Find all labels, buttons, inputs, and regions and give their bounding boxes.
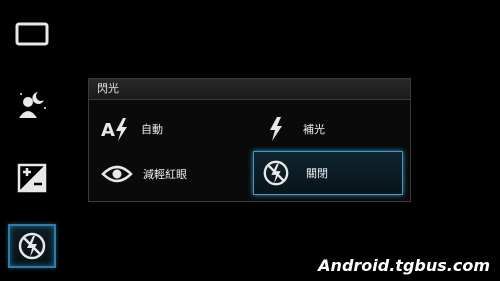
red-eye-icon bbox=[101, 165, 133, 183]
flash-options-panel: 閃光 A 自動 補光 減輕紅眼 關閉 bbox=[88, 78, 411, 202]
flash-on-option[interactable]: 補光 bbox=[267, 109, 407, 149]
scene-night-portrait-icon bbox=[19, 92, 46, 118]
exposure-button[interactable] bbox=[8, 156, 56, 200]
option-label: 減輕紅眼 bbox=[143, 168, 187, 181]
flash-auto-option[interactable]: A 自動 bbox=[101, 109, 241, 149]
picture-size-icon bbox=[15, 22, 49, 46]
red-eye-reduction-option[interactable]: 減輕紅眼 bbox=[101, 154, 251, 194]
scene-mode-button[interactable] bbox=[8, 82, 56, 126]
picture-size-button[interactable] bbox=[8, 12, 56, 56]
flash-off-icon bbox=[263, 160, 289, 186]
flash-off-option[interactable]: 關閉 bbox=[253, 151, 403, 195]
flash-on-icon bbox=[270, 117, 282, 141]
option-label: 補光 bbox=[303, 123, 325, 136]
option-label: 自動 bbox=[141, 123, 163, 136]
flash-auto-icon: A bbox=[101, 118, 127, 141]
watermark-text: Android.tgbus.com bbox=[318, 256, 490, 275]
panel-title: 閃光 bbox=[89, 79, 410, 100]
camera-settings-rail bbox=[0, 0, 64, 281]
option-label: 關閉 bbox=[306, 167, 328, 180]
exposure-icon bbox=[17, 163, 47, 193]
svg-text:A: A bbox=[101, 120, 115, 141]
flash-off-icon bbox=[18, 232, 46, 260]
flash-mode-button[interactable] bbox=[8, 224, 56, 268]
